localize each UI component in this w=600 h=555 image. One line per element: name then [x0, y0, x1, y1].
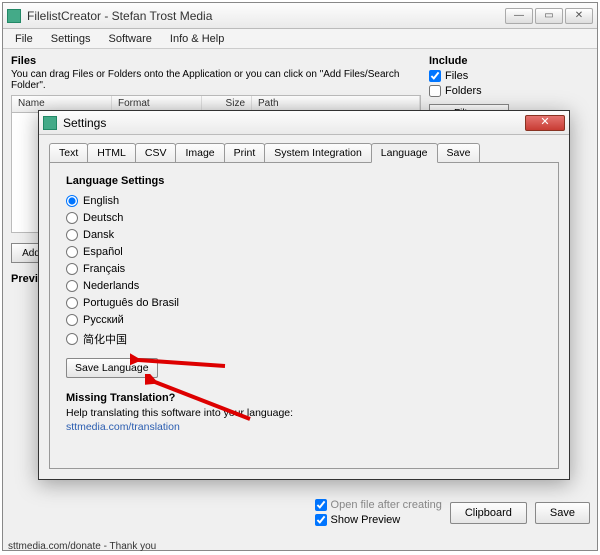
language-radio[interactable]: [66, 263, 78, 275]
tab-language[interactable]: Language: [371, 143, 438, 163]
tab-text[interactable]: Text: [49, 143, 88, 162]
tab-bar: TextHTMLCSVImagePrintSystem IntegrationL…: [39, 135, 569, 162]
language-radio[interactable]: [66, 333, 78, 345]
main-titlebar: FilelistCreator - Stefan Trost Media — ▭…: [3, 3, 597, 29]
save-language-button[interactable]: Save Language: [66, 358, 158, 378]
language-option[interactable]: Nederlands: [66, 280, 542, 292]
include-folders-checkbox[interactable]: [429, 85, 441, 97]
language-radio[interactable]: [66, 246, 78, 258]
include-files-label: Files: [445, 70, 468, 82]
language-option[interactable]: Português do Brasil: [66, 297, 542, 309]
settings-dialog: Settings ✕ TextHTMLCSVImagePrintSystem I…: [38, 110, 570, 480]
language-heading: Language Settings: [66, 175, 542, 187]
dialog-close-button[interactable]: ✕: [525, 115, 565, 131]
language-radio[interactable]: [66, 212, 78, 224]
minimize-button[interactable]: —: [505, 8, 533, 24]
clipboard-button[interactable]: Clipboard: [450, 502, 527, 524]
include-files-checkbox[interactable]: [429, 70, 441, 82]
files-help: You can drag Files or Folders onto the A…: [11, 69, 421, 91]
maximize-button[interactable]: ▭: [535, 8, 563, 24]
menubar: File Settings Software Info & Help: [3, 29, 597, 49]
menu-settings[interactable]: Settings: [43, 31, 99, 47]
include-title: Include: [429, 55, 589, 67]
language-radio[interactable]: [66, 314, 78, 326]
include-folders-label: Folders: [445, 85, 482, 97]
save-button[interactable]: Save: [535, 502, 590, 524]
language-label: Français: [83, 263, 125, 275]
missing-translation-link[interactable]: sttmedia.com/translation: [66, 421, 542, 433]
missing-translation-title: Missing Translation?: [66, 392, 542, 404]
dialog-titlebar: Settings ✕: [39, 111, 569, 135]
language-option[interactable]: Español: [66, 246, 542, 258]
language-label: Русский: [83, 314, 124, 326]
show-preview-checkbox[interactable]: [315, 514, 327, 526]
language-option[interactable]: 简化中国: [66, 331, 542, 347]
app-icon: [7, 9, 21, 23]
dialog-title: Settings: [63, 116, 525, 130]
tab-csv[interactable]: CSV: [135, 143, 177, 162]
language-label: Português do Brasil: [83, 297, 179, 309]
language-label: Deutsch: [83, 212, 123, 224]
tab-print[interactable]: Print: [224, 143, 266, 162]
language-label: Nederlands: [83, 280, 139, 292]
close-button[interactable]: ✕: [565, 8, 593, 24]
tab-save[interactable]: Save: [437, 143, 481, 162]
language-label: Dansk: [83, 229, 114, 241]
language-option[interactable]: Русский: [66, 314, 542, 326]
language-radio[interactable]: [66, 280, 78, 292]
language-radio[interactable]: [66, 229, 78, 241]
files-title: Files: [11, 55, 421, 67]
language-radio[interactable]: [66, 195, 78, 207]
tab-image[interactable]: Image: [175, 143, 224, 162]
language-option[interactable]: English: [66, 195, 542, 207]
menu-info-help[interactable]: Info & Help: [162, 31, 232, 47]
language-option[interactable]: Dansk: [66, 229, 542, 241]
language-option[interactable]: Deutsch: [66, 212, 542, 224]
footer-text: sttmedia.com/donate - Thank you: [8, 541, 156, 552]
open-after-checkbox[interactable]: [315, 499, 327, 511]
language-label: English: [83, 195, 119, 207]
missing-translation-text: Help translating this software into your…: [66, 407, 542, 419]
tab-html[interactable]: HTML: [87, 143, 136, 162]
language-radio[interactable]: [66, 297, 78, 309]
language-option[interactable]: Français: [66, 263, 542, 275]
menu-software[interactable]: Software: [100, 31, 159, 47]
tab-system-integration[interactable]: System Integration: [264, 143, 372, 162]
tab-pane-language: Language Settings English Deutsch Dansk Esp…: [49, 162, 559, 469]
language-label: 简化中国: [83, 331, 127, 347]
menu-file[interactable]: File: [7, 31, 41, 47]
dialog-icon: [43, 116, 57, 130]
language-label: Español: [83, 246, 123, 258]
main-title: FilelistCreator - Stefan Trost Media: [27, 9, 505, 23]
show-preview-label: Show Preview: [331, 514, 401, 526]
open-after-label: Open file after creating: [331, 499, 442, 511]
